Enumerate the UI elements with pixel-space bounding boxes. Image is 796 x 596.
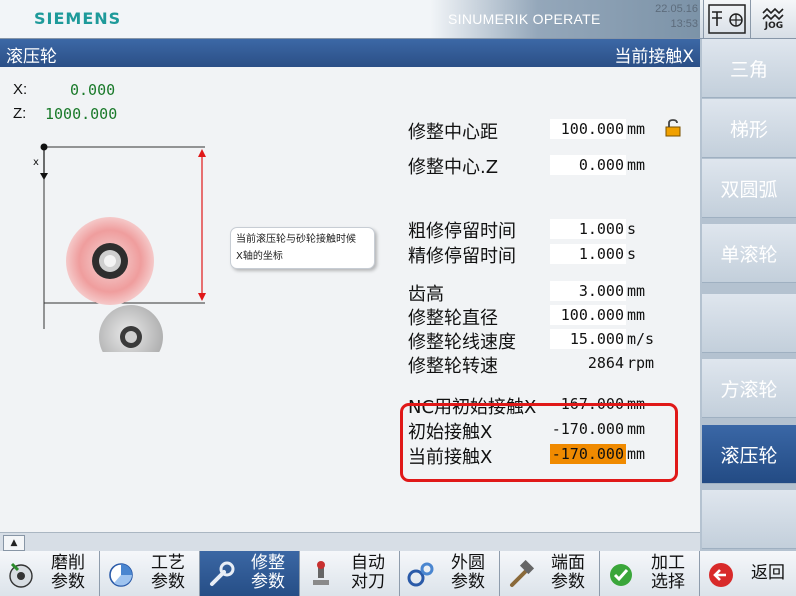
z-axis-value: 1000.000 — [45, 105, 118, 123]
dressing-diagram — [40, 143, 206, 352]
status-strip: ▲ — [0, 532, 700, 552]
param-label: 粗修停留时间 — [408, 221, 516, 242]
current-parameter-name: 当前接触X — [614, 47, 694, 67]
window-title: 滚压轮 — [6, 47, 57, 67]
x-axis-value: 0.000 — [70, 81, 116, 99]
x-axis-label: X: — [13, 81, 28, 98]
channel-status-icon[interactable] — [703, 0, 750, 38]
callout-text-line-1: 当前滚压轮与砂轮接触时候 — [236, 234, 356, 245]
param-value-input[interactable]: 0.000 — [550, 155, 626, 175]
param-unit: mm — [627, 120, 646, 138]
back-arrow-icon — [709, 563, 733, 587]
window-title-bar: 滚压轮 当前接触X — [0, 39, 700, 67]
param-unit: mm — [627, 306, 646, 324]
softkey-grinding-params[interactable]: 磨削 参数 — [0, 551, 100, 596]
date-display: 22.05.16 — [655, 3, 698, 15]
time-display: 13:53 — [670, 18, 698, 30]
param-unit: mm — [627, 282, 646, 300]
softkey-face-params[interactable]: 端面 参数 — [500, 551, 600, 596]
grinding-wheel-icon — [9, 562, 33, 588]
softkey-machining-select[interactable]: 加工 选择 — [600, 551, 700, 596]
machine-status-icon — [708, 4, 746, 34]
hmi-name: SINUMERIK OPERATE — [448, 11, 601, 27]
param-label: 修整轮线速度 — [408, 332, 516, 353]
softkey-label: 修整 参数 — [251, 553, 285, 592]
softkey-auto-tool-set[interactable]: 自动 对刀 — [300, 551, 400, 596]
top-status-bar: SIEMENS SINUMERIK OPERATE 22.05.16 13:53… — [0, 0, 796, 39]
mode-label: JOG — [764, 21, 784, 31]
checkmark-icon — [610, 564, 632, 586]
vertical-softkey-bar: 三角 梯形 双圆弧 单滚轮 方滚轮 滚压轮 — [700, 39, 796, 551]
param-value-input[interactable]: 1.000 — [550, 244, 626, 264]
z-axis-label: Z: — [13, 105, 27, 122]
softkey-back[interactable]: 返回 — [700, 551, 796, 596]
param-label: 修整轮转速 — [408, 356, 498, 377]
param-label: 修整轮直径 — [408, 308, 498, 329]
gears-icon — [407, 562, 434, 587]
softkey-empty[interactable] — [702, 294, 796, 353]
softkey-empty[interactable] — [702, 490, 796, 549]
param-value-readout: 2864 — [587, 354, 624, 372]
param-unit: rpm — [627, 354, 655, 372]
probe-icon — [313, 561, 329, 585]
wrench-icon — [210, 561, 235, 586]
softkey-label: 加工 选择 — [651, 553, 685, 592]
param-label: 修整中心.Z — [408, 157, 499, 178]
pie-chart-icon — [109, 563, 133, 587]
expand-button[interactable]: ▲ — [3, 535, 25, 551]
hammer-icon — [510, 560, 535, 587]
horizontal-softkey-bar: 磨削 参数 工艺 参数 修整 参数 自动 对刀 外圆 参数 端面 参数 加工 选… — [0, 551, 796, 596]
softkey-square-roller[interactable]: 方滚轮 — [702, 359, 796, 418]
param-value-input[interactable]: 100.000 — [550, 119, 626, 139]
softkey-label: 自动 对刀 — [351, 553, 385, 592]
param-label: 精修停留时间 — [408, 246, 516, 267]
parameter-work-area: X: 0.000 Z: 1000.000 x 当前滚压轮与砂轮接触时候 X轴的坐… — [0, 67, 700, 532]
param-unit: s — [627, 245, 637, 263]
callout-text-line-2: X轴的坐标 — [236, 251, 283, 262]
softkey-triangle[interactable]: 三角 — [702, 39, 796, 98]
chevron-up-icon: ▲ — [10, 538, 18, 548]
softkey-label: 工艺 参数 — [151, 553, 185, 592]
param-unit: m/s — [627, 330, 655, 348]
param-label: 齿高 — [408, 284, 444, 305]
softkey-label: 磨削 参数 — [51, 553, 85, 592]
softkey-label: 外圆 参数 — [451, 553, 485, 592]
softkey-process-params[interactable]: 工艺 参数 — [100, 551, 200, 596]
softkey-single-roller[interactable]: 单滚轮 — [702, 224, 796, 283]
param-unit: s — [627, 220, 637, 238]
softkey-label: 端面 参数 — [551, 553, 585, 592]
softkey-label: 返回 — [751, 563, 785, 583]
param-value-input[interactable]: 15.000 — [550, 329, 626, 349]
param-unit: mm — [627, 156, 646, 174]
softkey-cylindrical-params[interactable]: 外圆 参数 — [400, 551, 500, 596]
softkey-trapezoid[interactable]: 梯形 — [702, 99, 796, 158]
softkey-dressing-params[interactable]: 修整 参数 — [200, 551, 300, 596]
param-value-input[interactable]: 1.000 — [550, 219, 626, 239]
param-value-input[interactable]: 100.000 — [550, 305, 626, 325]
lock-icon[interactable] — [663, 118, 683, 138]
siemens-logo: SIEMENS — [34, 9, 122, 28]
param-value-input[interactable]: 3.000 — [550, 281, 626, 301]
softkey-double-arc[interactable]: 双圆弧 — [702, 159, 796, 218]
diagram-axis-label: x — [33, 157, 39, 168]
softkey-roll-wheel[interactable]: 滚压轮 — [702, 425, 796, 484]
jog-icon — [762, 7, 784, 21]
param-label: 修整中心距 — [408, 122, 498, 143]
operating-mode-indicator[interactable]: JOG — [750, 0, 796, 38]
highlight-frame — [400, 403, 678, 482]
diagram-callout: 当前滚压轮与砂轮接触时候 X轴的坐标 — [230, 227, 375, 269]
